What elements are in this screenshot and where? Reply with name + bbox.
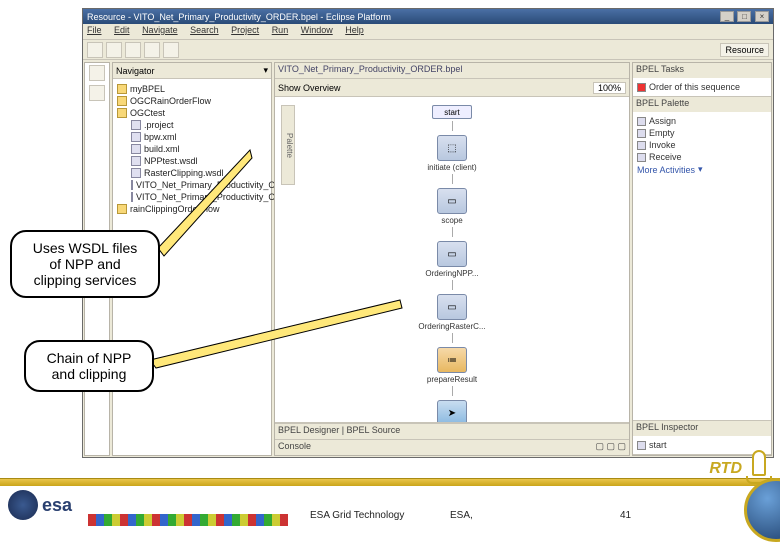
footer-org: ESA, (450, 510, 473, 521)
callout-wsdl: Uses WSDL files of NPP and clipping serv… (10, 230, 160, 298)
esa-circle-icon (8, 490, 38, 520)
esa-text: esa (42, 495, 72, 516)
rtd-label: RTD (709, 460, 742, 478)
esa-logo: esa (8, 490, 72, 520)
footer-center: ESA Grid Technology (310, 510, 404, 521)
flags-strip (88, 514, 288, 526)
callout-chain: Chain of NPP and clipping (24, 340, 154, 392)
page-number: 41 (620, 510, 631, 521)
footer-bar (0, 478, 780, 486)
